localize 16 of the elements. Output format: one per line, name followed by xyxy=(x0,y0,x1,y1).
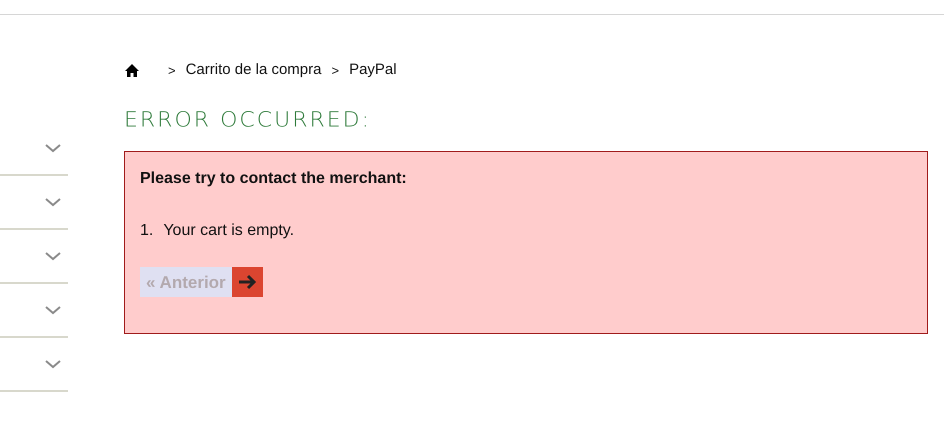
list-number: 1. xyxy=(140,220,154,240)
chevron-icon[interactable] xyxy=(44,142,62,154)
breadcrumb-link[interactable]: Carrito de la compra xyxy=(186,59,322,82)
page-title: ERROR OCCURRED: xyxy=(124,107,372,134)
arrow-icon xyxy=(237,274,258,290)
breadcrumb-link[interactable]: PayPal xyxy=(349,59,397,82)
arrow-button[interactable] xyxy=(232,266,263,296)
chevron-icon[interactable] xyxy=(44,304,62,316)
breadcrumb-separator: > xyxy=(331,62,340,80)
chevron-icon[interactable] xyxy=(44,358,62,370)
home-icon[interactable] xyxy=(124,62,140,78)
breadcrumb-separator: > xyxy=(168,62,176,80)
error-message: Your cart is empty. xyxy=(163,220,294,240)
chevron-icon[interactable] xyxy=(44,196,62,208)
error-heading: Please try to contact the merchant: xyxy=(140,168,408,188)
chevron-icon[interactable] xyxy=(44,250,62,262)
